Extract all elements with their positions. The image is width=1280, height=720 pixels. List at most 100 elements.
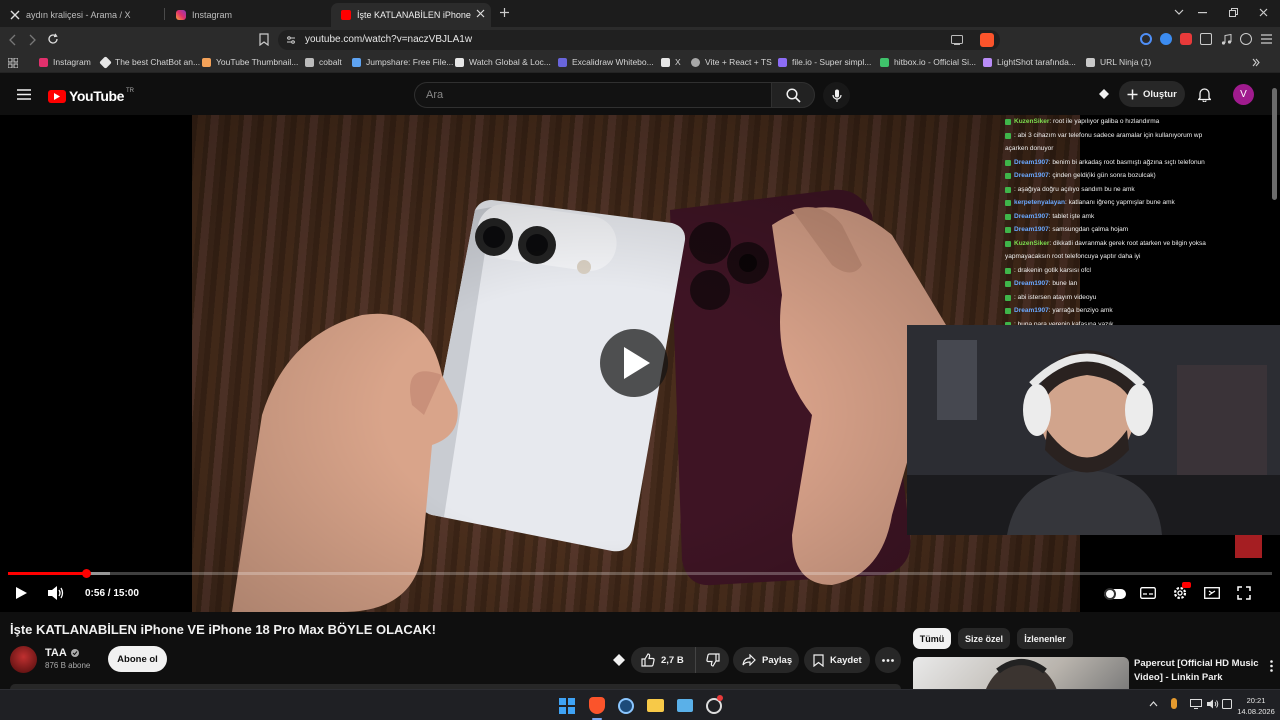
more-horizontal-icon <box>882 658 894 662</box>
miniplayer-icon[interactable] <box>1204 587 1220 599</box>
chat-username: Dream1907 <box>1014 172 1049 179</box>
chat-message: kerpetenyalayan: katlananı iğrenç yapmış… <box>1000 196 1280 210</box>
more-bookmarks-icon[interactable] <box>1252 58 1260 67</box>
chip-watched[interactable]: İzlenenler <box>1017 628 1073 649</box>
bookmark-favicon <box>202 57 211 67</box>
reload-icon[interactable] <box>47 33 59 45</box>
new-tab-icon[interactable] <box>499 7 510 18</box>
windows-start-icon[interactable] <box>559 698 575 714</box>
translate-extension-icon[interactable] <box>1160 33 1172 45</box>
bookmark-label: Instagram <box>53 57 91 67</box>
account-avatar[interactable]: V <box>1233 84 1254 105</box>
screenshot-extension-icon[interactable] <box>1180 33 1192 45</box>
bookmark-item[interactable]: The best ChatBot an... <box>99 55 200 69</box>
system-clock[interactable]: 20:21 14.08.2026 <box>1236 695 1276 717</box>
tab-x-search[interactable]: aydın kraliçesi - Arama / X <box>0 3 162 27</box>
autoplay-knob <box>1104 588 1116 600</box>
network-tray-icon[interactable] <box>1222 699 1232 709</box>
like-dislike-group: 2,7 B <box>631 647 729 673</box>
bookmark-item[interactable]: Excalidraw Whitebo... <box>558 57 654 67</box>
restore-icon[interactable] <box>1229 8 1238 17</box>
chat-username: KuzenSiker <box>1014 118 1050 125</box>
chip-all[interactable]: Tümü <box>913 628 951 649</box>
vpn-shield-icon[interactable] <box>1240 33 1252 45</box>
browser-menu-icon[interactable] <box>1260 33 1272 45</box>
chat-message: Dream1907: tablet işte amk <box>1000 210 1280 224</box>
minimize-icon[interactable] <box>1198 12 1207 14</box>
voice-search-button[interactable] <box>823 82 850 109</box>
bookmark-favicon <box>39 57 48 67</box>
microphone-tray-icon[interactable] <box>1171 698 1177 709</box>
tab-instagram[interactable]: Instagram <box>166 3 328 27</box>
bookmark-item[interactable]: cobalt <box>305 57 342 67</box>
video-player[interactable]: KuzenSiker: root ile yapılıyor galiba o … <box>0 115 1280 612</box>
tab-label: aydın kraliçesi - Arama / X <box>26 10 131 20</box>
file-explorer-icon[interactable] <box>647 699 664 712</box>
steam-icon[interactable] <box>618 698 634 714</box>
bookmark-item[interactable]: Vite + React + TS <box>691 57 772 67</box>
play-pause-icon[interactable] <box>16 587 27 599</box>
fullscreen-icon[interactable] <box>1237 586 1251 600</box>
bookmark-item[interactable]: YouTube Thumbnail... <box>202 57 298 67</box>
volume-tray-icon[interactable] <box>1207 699 1219 709</box>
wifi-extension-icon[interactable] <box>1140 33 1152 45</box>
large-play-button[interactable] <box>600 329 668 397</box>
page-scrollbar-thumb[interactable] <box>1272 88 1277 200</box>
tray-overflow-chevron-icon[interactable] <box>1149 701 1158 707</box>
bookmark-item[interactable]: Watch Global & Loc... <box>455 57 551 67</box>
brave-shields-icon[interactable] <box>980 33 994 47</box>
like-button[interactable]: 2,7 B <box>631 647 696 673</box>
photos-app-icon[interactable] <box>677 699 693 712</box>
close-window-icon[interactable] <box>1259 8 1268 17</box>
subtitles-icon[interactable] <box>1140 587 1156 599</box>
chat-username: Dream1907 <box>1014 280 1049 287</box>
monitor-tray-icon[interactable] <box>1190 699 1202 709</box>
guide-menu-icon[interactable] <box>17 89 31 100</box>
create-icon[interactable] <box>1097 87 1111 101</box>
chat-text: : root ile yapılıyor galiba o hızlandırm… <box>1049 118 1160 125</box>
youtube-logo[interactable]: YouTube TR <box>48 88 134 104</box>
bookmark-item[interactable]: URL Ninja (1) <box>1086 57 1151 67</box>
bookmark-item[interactable]: file.io - Super simpl... <box>778 57 871 67</box>
dislike-button[interactable] <box>696 647 729 673</box>
bookmark-item[interactable]: hitbox.io - Official Si... <box>880 57 976 67</box>
remix-icon[interactable] <box>611 652 627 668</box>
search-button[interactable] <box>771 82 815 108</box>
tab-youtube-active[interactable]: İşte KATLANABİLEN iPhone VE iP <box>331 3 491 27</box>
share-button[interactable]: Paylaş <box>733 647 799 673</box>
chat-text: : drakenin gotik karsısı ofcl <box>1014 266 1091 274</box>
bookmark-item[interactable]: Instagram <box>39 57 91 67</box>
channel-name[interactable]: TAA <box>45 647 79 659</box>
tab-label: Instagram <box>192 10 233 20</box>
create-button[interactable]: Oluştur <box>1119 81 1185 107</box>
close-tab-icon[interactable] <box>476 9 485 18</box>
puzzle-extension-icon[interactable] <box>1200 33 1212 45</box>
related-video-title[interactable]: Papercut [Official HD Music Video] - Lin… <box>1134 657 1274 684</box>
back-icon[interactable] <box>8 34 16 46</box>
progress-scrubber[interactable] <box>82 569 92 578</box>
tab-list-chevron-icon[interactable] <box>1174 9 1184 16</box>
brave-browser-icon[interactable] <box>589 697 605 714</box>
subscribe-button[interactable]: Abone ol <box>108 646 167 672</box>
more-actions-button[interactable] <box>875 647 901 673</box>
volume-icon[interactable] <box>48 586 64 600</box>
autoplay-toggle[interactable] <box>1104 588 1126 600</box>
channel-avatar[interactable] <box>10 646 37 673</box>
forward-icon[interactable] <box>29 34 37 46</box>
search-input[interactable]: Ara <box>414 82 771 108</box>
chat-text: : çinden geldi(iki gün sonra bozulcak) <box>1048 172 1156 179</box>
chip-for-you[interactable]: Size özel <box>958 628 1010 649</box>
related-more-icon[interactable] <box>1270 660 1273 672</box>
site-settings-icon[interactable] <box>286 35 296 45</box>
notifications-bell-icon[interactable] <box>1198 87 1211 102</box>
address-bar[interactable]: youtube.com/watch?v=naczVBJLA1w <box>278 30 1000 50</box>
progress-bar[interactable] <box>8 569 1272 578</box>
bookmark-item[interactable]: Jumpshare: Free File... <box>352 57 453 67</box>
bookmark-page-icon[interactable] <box>259 33 269 46</box>
apps-grid-icon[interactable] <box>8 58 18 68</box>
music-extension-icon[interactable] <box>1220 33 1232 45</box>
bookmark-item[interactable]: X <box>661 57 681 67</box>
cast-icon[interactable] <box>951 35 963 45</box>
bookmark-item[interactable]: LightShot tarafında... <box>983 57 1076 67</box>
save-button[interactable]: Kaydet <box>804 647 870 673</box>
